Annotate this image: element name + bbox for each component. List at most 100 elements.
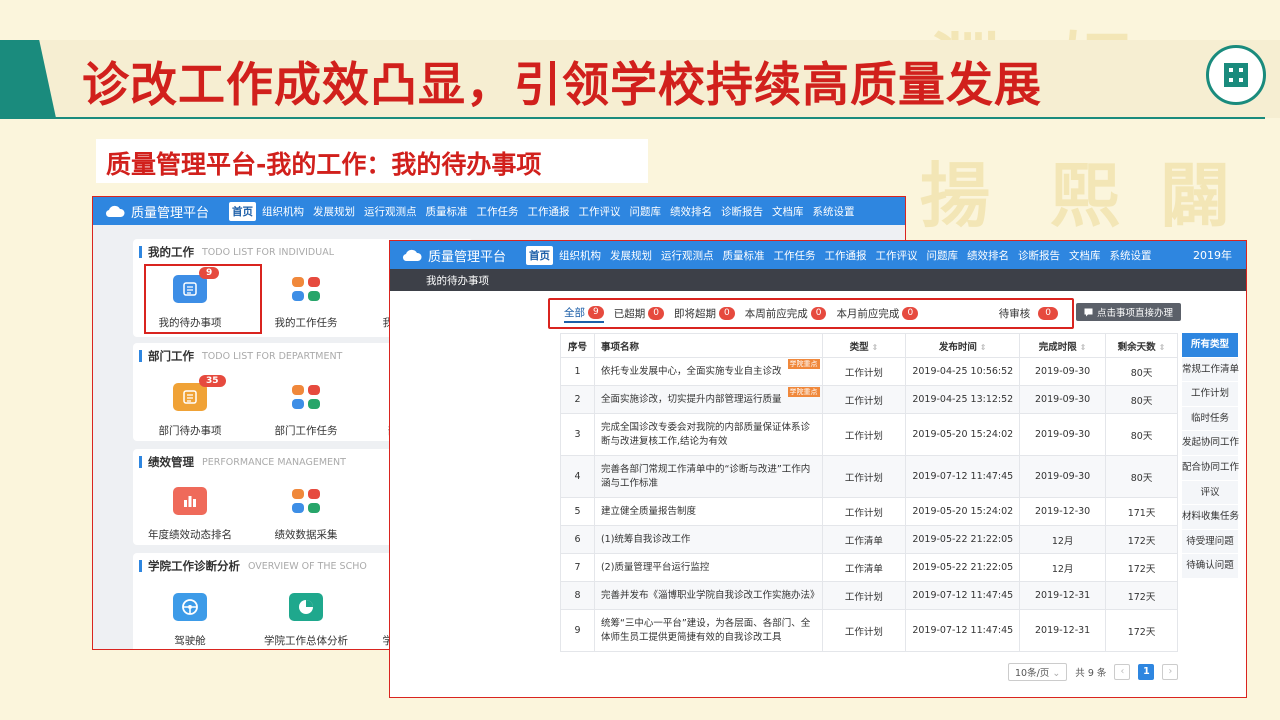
slide-subtitle: 质量管理平台-我的工作：我的待办事项 <box>106 150 542 179</box>
type-filter-item[interactable]: 待受理问题 <box>1182 529 1238 555</box>
direct-handle-button[interactable]: 点击事项直接办理 <box>1076 303 1182 321</box>
cell-published: 2019-07-12 11:47:45 <box>905 609 1021 652</box>
filter-count-badge: 0 <box>902 307 919 320</box>
nav-item[interactable]: 问题库 <box>924 246 962 265</box>
table-row[interactable]: 4 完善各部门常规工作清单中的“诊断与改进”工作内涵与工作标准 工作计划 201… <box>560 455 1178 498</box>
cell-published: 2019-05-20 15:24:02 <box>905 413 1021 456</box>
cell-no: 3 <box>560 413 595 456</box>
col-header: 事项名称 <box>593 333 823 358</box>
tile-overall-analysis[interactable]: 学院工作总体分析 <box>251 593 361 648</box>
type-filter-item[interactable]: 临时任务 <box>1182 406 1238 432</box>
nav-item[interactable]: 系统设置 <box>1107 246 1155 265</box>
table-row[interactable]: 3 完成全国诊改专委会对我院的内部质量保证体系诊断与改进复核工作,结论为有效 工… <box>560 413 1178 456</box>
tile-dept-tasks[interactable]: 部门工作任务 <box>251 383 361 438</box>
tile-cockpit[interactable]: 驾驶舱 <box>135 593 245 648</box>
tile-performance-ranking[interactable]: 年度绩效动态排名 <box>135 487 245 542</box>
nav-item[interactable]: 运行观测点 <box>361 202 420 221</box>
col-header-sortable[interactable]: 完成时限 ⇕ <box>1019 333 1107 358</box>
brand[interactable]: 质量管理平台 <box>390 246 526 265</box>
nav-item[interactable]: 工作通报 <box>822 246 870 265</box>
top-nav: 质量管理平台 首页 组织机构 发展规划 运行观测点 质量标准 工作任务 工作通报… <box>390 241 1246 269</box>
nav-item[interactable]: 问题库 <box>627 202 665 221</box>
table-row[interactable]: 5 建立健全质量报告制度 工作计划 2019-05-20 15:24:02 20… <box>560 497 1178 526</box>
total-count: 共 9 条 <box>1075 668 1107 679</box>
table-row[interactable]: 9 统筹“三中心一平台”建设，为各层面、各部门、全体师生员工提供更简捷有效的自我… <box>560 609 1178 652</box>
cell-remaining: 172天 <box>1105 609 1178 652</box>
cell-name[interactable]: 完成全国诊改专委会对我院的内部质量保证体系诊断与改进复核工作,结论为有效 <box>593 413 823 456</box>
cell-name[interactable]: (2)质量管理平台运行监控 <box>593 553 823 582</box>
cell-published: 2019-07-12 11:47:45 <box>905 455 1021 498</box>
school-logo <box>1206 45 1266 105</box>
tile-performance-data[interactable]: 绩效数据采集 <box>251 487 361 542</box>
nav-item[interactable]: 绩效排名 <box>667 202 715 221</box>
nav-item[interactable]: 诊断报告 <box>718 202 766 221</box>
page-size-select[interactable]: 10条/页 ⌄ <box>1008 663 1068 681</box>
cell-name[interactable]: 全面实施诊改，切实提升内部管理运行质量 学院重点 <box>593 385 823 414</box>
nav-item[interactable]: 绩效排名 <box>964 246 1012 265</box>
nav-item[interactable]: 首页 <box>229 201 257 221</box>
nav-item[interactable]: 组织机构 <box>556 246 604 265</box>
nav-item[interactable]: 发展规划 <box>310 202 358 221</box>
nav-item[interactable]: 诊断报告 <box>1015 246 1063 265</box>
type-filter-item[interactable]: 所有类型 <box>1182 333 1238 358</box>
cell-name[interactable]: 完善并发布《淄博职业学院自我诊改工作实施办法》 <box>593 581 823 610</box>
title-underline <box>0 117 1265 119</box>
nav-item[interactable]: 文档库 <box>1066 246 1104 265</box>
nav-item[interactable]: 工作通报 <box>525 202 573 221</box>
type-filter-item[interactable]: 常规工作清单 <box>1182 357 1239 383</box>
type-filter-item[interactable]: 工作计划 <box>1182 382 1238 407</box>
type-filter-item[interactable]: 配合协同工作 <box>1182 455 1239 481</box>
nav-item[interactable]: 质量标准 <box>423 202 471 221</box>
tile-my-tasks[interactable]: 我的工作任务 <box>251 275 361 330</box>
cell-name[interactable]: 建立健全质量报告制度 <box>593 497 823 526</box>
filter-pending-review[interactable]: 待审核 0 <box>999 306 1058 321</box>
current-page-button[interactable]: 1 <box>1138 664 1155 680</box>
cell-type: 工作计划 <box>821 497 907 526</box>
filter-overdue[interactable]: 已超期 0 <box>614 306 664 321</box>
type-filter-item[interactable]: 评议 <box>1182 480 1238 506</box>
nav-item[interactable]: 发展规划 <box>607 246 655 265</box>
col-header-sortable[interactable]: 剩余天数 ⇕ <box>1105 333 1178 358</box>
cell-name[interactable]: 完善各部门常规工作清单中的“诊断与改进”工作内涵与工作标准 <box>593 455 823 498</box>
cell-name[interactable]: 依托专业发展中心，全面实施专业自主诊改 学院重点 <box>593 357 823 386</box>
brand[interactable]: 质量管理平台 <box>93 202 229 221</box>
type-filter-item[interactable]: 待确认问题 <box>1182 554 1238 579</box>
nav-item[interactable]: 首页 <box>526 245 554 265</box>
tile-label: 年度绩效动态排名 <box>148 529 232 541</box>
prev-page-button[interactable]: ‹ <box>1114 664 1131 680</box>
table-row[interactable]: 7 (2)质量管理平台运行监控 工作清单 2019-05-22 21:22:05… <box>560 553 1178 582</box>
cell-remaining: 80天 <box>1105 385 1178 414</box>
type-filter-item[interactable]: 材料收集任务 <box>1182 505 1239 530</box>
filter-due-this-week[interactable]: 本周前应完成 0 <box>745 306 827 321</box>
cell-name[interactable]: 统筹“三中心一平台”建设，为各层面、各部门、全体师生员工提供更简捷有效的自我诊改… <box>593 609 823 652</box>
cell-deadline: 2019-12-30 <box>1019 497 1107 526</box>
table-row[interactable]: 2 全面实施诊改，切实提升内部管理运行质量 学院重点 工作计划 2019-04-2… <box>560 385 1178 414</box>
nav-item[interactable]: 文档库 <box>769 202 807 221</box>
table-row[interactable]: 8 完善并发布《淄博职业学院自我诊改工作实施办法》 工作计划 2019-07-1… <box>560 581 1178 610</box>
filter-count-badge: 0 <box>1038 307 1058 320</box>
nav-item[interactable]: 工作评议 <box>576 202 624 221</box>
cell-name[interactable]: (1)统筹自我诊改工作 <box>593 525 823 554</box>
nav-item[interactable]: 工作任务 <box>474 202 522 221</box>
nav-item[interactable]: 质量标准 <box>720 246 768 265</box>
nav-item[interactable]: 工作评议 <box>873 246 921 265</box>
todo-list-icon: 35 <box>173 375 226 411</box>
cloud-icon <box>402 249 422 262</box>
type-filter-item[interactable]: 发起协同工作 <box>1182 431 1239 456</box>
nav-item[interactable]: 工作任务 <box>771 246 819 265</box>
nav-item[interactable]: 运行观测点 <box>658 246 717 265</box>
sort-icon: ⇕ <box>1158 342 1166 352</box>
col-header-sortable[interactable]: 发布时间 ⇕ <box>905 333 1021 358</box>
nav-item[interactable]: 系统设置 <box>810 202 858 221</box>
brand-name: 质量管理平台 <box>428 249 507 265</box>
tile-label: 部门工作任务 <box>274 425 338 437</box>
col-header-sortable[interactable]: 类型 ⇕ <box>821 333 907 358</box>
filter-all[interactable]: 全部 9 <box>564 305 604 323</box>
table-row[interactable]: 6 (1)统筹自我诊改工作 工作清单 2019-05-22 21:22:05 1… <box>560 525 1178 554</box>
filter-due-this-month[interactable]: 本月前应完成 0 <box>836 306 919 321</box>
next-page-button[interactable]: › <box>1162 664 1179 680</box>
table-row[interactable]: 1 依托专业发展中心，全面实施专业自主诊改 学院重点 工作计划 2019-04-2… <box>560 357 1178 386</box>
tile-dept-todo[interactable]: 35 部门待办事项 <box>135 375 245 438</box>
nav-item[interactable]: 组织机构 <box>259 202 307 221</box>
filter-due-soon[interactable]: 即将超期 0 <box>674 306 735 321</box>
